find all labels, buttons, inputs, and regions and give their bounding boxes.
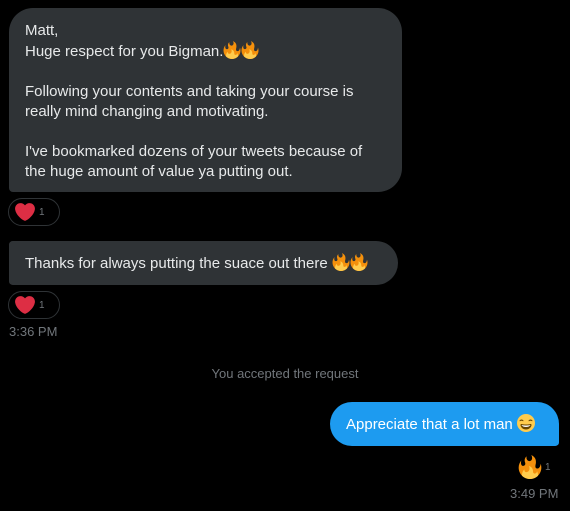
message-text: Appreciate that a lot man (346, 416, 513, 433)
incoming-message-bubble[interactable]: Thanks for always putting the suace out … (9, 241, 398, 285)
heart-icon (15, 296, 35, 314)
reaction-count: 1 (39, 300, 45, 311)
outgoing-message-bubble[interactable]: Appreciate that a lot man (330, 402, 559, 446)
fire-icon (332, 253, 350, 271)
message-text: Thanks for always putting the suace out … (25, 255, 328, 272)
system-notice: You accepted the request (211, 366, 359, 381)
message-timestamp: 3:49 PM (510, 486, 559, 501)
message-line: Matt, (25, 22, 59, 39)
message-text: Huge respect for you Bigman. (25, 43, 224, 60)
dm-conversation: Matt, Huge respect for you Bigman. Follo… (0, 0, 570, 511)
grinning-face-icon (516, 414, 535, 432)
fire-icon (241, 41, 259, 59)
message-timestamp: 3:36 PM (9, 324, 58, 339)
fire-icon (518, 455, 542, 479)
reaction-pill[interactable]: 1 (512, 453, 552, 481)
message-line: really mind changing and motivating. (25, 103, 269, 120)
heart-icon (15, 203, 35, 221)
reaction-pill[interactable]: 1 (8, 291, 60, 319)
incoming-message-bubble[interactable]: Matt, Huge respect for you Bigman. Follo… (9, 8, 402, 192)
fire-icon (223, 41, 241, 59)
reaction-pill[interactable]: 1 (8, 198, 60, 226)
fire-icon (350, 253, 368, 271)
message-line: Following your contents and taking your … (25, 83, 354, 100)
reaction-count: 1 (39, 207, 45, 218)
message-line: the huge amount of value ya putting out. (25, 163, 293, 180)
reaction-count: 1 (545, 462, 551, 473)
message-line: I've bookmarked dozens of your tweets be… (25, 143, 363, 160)
message-line-with-emoji: Huge respect for you Bigman. (25, 41, 386, 62)
